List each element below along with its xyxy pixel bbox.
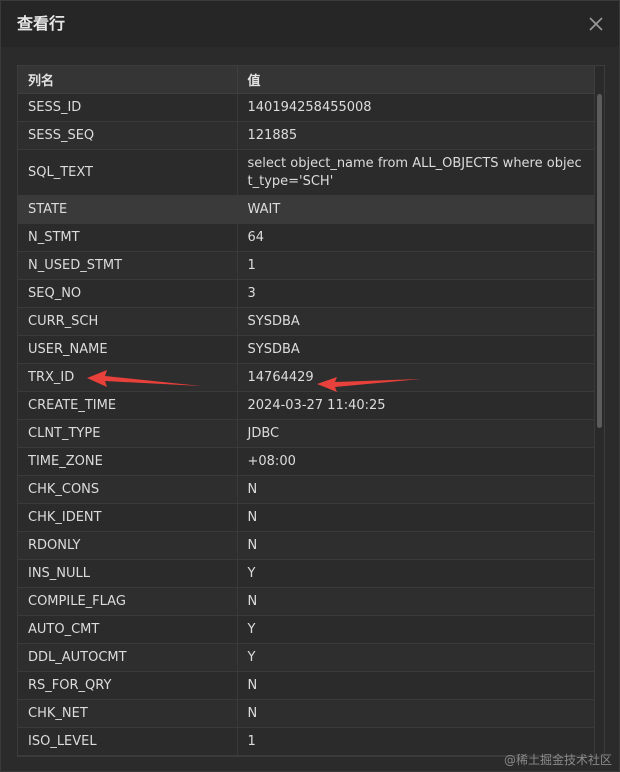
row-details-table[interactable]: 列名 值 SESS_ID 140194258455008 SESS_SEQ 12188… <box>17 65 605 757</box>
table-row[interactable]: RDONLY N <box>18 531 595 560</box>
cell-column-name[interactable]: CREATE_TIME <box>18 391 238 420</box>
cell-column-name[interactable]: SESS_SEQ <box>18 121 238 150</box>
cell-value[interactable]: 121885 <box>237 121 595 150</box>
table-row[interactable]: CLNT_TYPE JDBC <box>18 419 595 448</box>
close-icon[interactable] <box>587 15 605 33</box>
cell-value[interactable]: N <box>237 475 595 504</box>
cell-value[interactable]: N <box>237 671 595 700</box>
cell-value[interactable]: select object_name from ALL_OBJECTS wher… <box>237 149 595 196</box>
table-row[interactable]: TIME_ZONE +08:00 <box>18 447 595 476</box>
cell-column-name[interactable]: AUTO_CMT <box>18 615 238 644</box>
table-row[interactable]: TRX_ID 14764429 <box>18 363 595 392</box>
cell-column-name[interactable]: SEQ_NO <box>18 279 238 308</box>
cell-value[interactable]: 140194258455008 <box>237 93 595 122</box>
column-header-name[interactable]: 列名 <box>18 66 238 94</box>
cell-value[interactable]: 14764429 <box>237 363 595 392</box>
cell-column-name[interactable]: TIME_ZONE <box>18 447 238 476</box>
table-row[interactable]: SQL_TEXT select object_name from ALL_OBJE… <box>18 149 595 196</box>
table-row[interactable]: SESS_SEQ 121885 <box>18 121 595 150</box>
table-row[interactable]: N_STMT 64 <box>18 223 595 252</box>
cell-value[interactable]: N <box>237 503 595 532</box>
cell-column-name[interactable]: RDONLY <box>18 531 238 560</box>
cell-value[interactable]: N <box>237 531 595 560</box>
cell-value[interactable]: 2024-03-27 11:40:25 <box>237 391 595 420</box>
scrollbar-thumb[interactable] <box>597 94 602 428</box>
table-row[interactable]: CHK_IDENT N <box>18 503 595 532</box>
dialog-title: 查看行 <box>17 14 66 33</box>
table-row[interactable]: RS_FOR_QRY N <box>18 671 595 700</box>
cell-column-name[interactable]: COMPILE_FLAG <box>18 587 238 616</box>
cell-value[interactable]: 64 <box>237 223 595 252</box>
dialog-titlebar: 查看行 <box>1 1 619 47</box>
cell-column-name[interactable]: N_STMT <box>18 223 238 252</box>
cell-value[interactable]: Y <box>237 643 595 672</box>
table-row[interactable]: STATE WAIT <box>18 195 595 224</box>
cell-column-name[interactable]: N_USED_STMT <box>18 251 238 280</box>
cell-column-name[interactable]: CHK_IDENT <box>18 503 238 532</box>
cell-column-name[interactable]: CHK_CONS <box>18 475 238 504</box>
cell-column-name[interactable]: CLNT_TYPE <box>18 419 238 448</box>
cell-column-name[interactable]: INS_NULL <box>18 559 238 588</box>
table-row[interactable]: CHK_CONS N <box>18 475 595 504</box>
cell-column-name[interactable]: USER_NAME <box>18 335 238 364</box>
cell-column-name[interactable]: DDL_AUTOCMT <box>18 643 238 672</box>
table-row[interactable]: CURR_SCH SYSDBA <box>18 307 595 336</box>
column-header-value[interactable]: 值 <box>237 66 595 94</box>
cell-value[interactable]: WAIT <box>237 195 595 224</box>
cell-column-name[interactable]: CURR_SCH <box>18 307 238 336</box>
cell-column-name[interactable]: STATE <box>18 195 238 224</box>
table-row[interactable]: AUTO_CMT Y <box>18 615 595 644</box>
cell-value[interactable]: N <box>237 699 595 728</box>
vertical-scrollbar[interactable] <box>595 66 604 756</box>
table-header-row: 列名 值 <box>18 66 595 94</box>
table-row[interactable]: SEQ_NO 3 <box>18 279 595 308</box>
cell-value[interactable]: +08:00 <box>237 447 595 476</box>
cell-value[interactable]: 1 <box>237 251 595 280</box>
table-row[interactable]: SESS_ID 140194258455008 <box>18 93 595 122</box>
cell-value[interactable]: SYSDBA <box>237 335 595 364</box>
table-row[interactable]: N_USED_STMT 1 <box>18 251 595 280</box>
cell-column-name[interactable]: SQL_TEXT <box>18 149 238 196</box>
cell-column-name[interactable]: TRX_ID <box>18 363 238 392</box>
table-row[interactable]: CREATE_TIME 2024-03-27 11:40:25 <box>18 391 595 420</box>
cell-value[interactable]: N <box>237 587 595 616</box>
cell-column-name[interactable]: CHK_NET <box>18 699 238 728</box>
table-row[interactable]: INS_NULL Y <box>18 559 595 588</box>
cell-column-name[interactable]: RS_FOR_QRY <box>18 671 238 700</box>
table-row[interactable]: CHK_NET N <box>18 699 595 728</box>
table-row[interactable]: COMPILE_FLAG N <box>18 587 595 616</box>
cell-column-name[interactable]: ISO_LEVEL <box>18 727 238 756</box>
cell-value[interactable]: 3 <box>237 279 595 308</box>
cell-column-name[interactable]: SESS_ID <box>18 93 238 122</box>
table-row[interactable]: DDL_AUTOCMT Y <box>18 643 595 672</box>
cell-value[interactable]: Y <box>237 559 595 588</box>
view-row-dialog: 查看行 列名 值 SESS_ID 140194258455008 SESS_SEQ 1… <box>0 0 620 772</box>
cell-value[interactable]: JDBC <box>237 419 595 448</box>
cell-value[interactable]: SYSDBA <box>237 307 595 336</box>
table-row[interactable]: USER_NAME SYSDBA <box>18 335 595 364</box>
cell-value[interactable]: Y <box>237 615 595 644</box>
watermark: @稀土掘金技术社区 <box>503 753 612 767</box>
